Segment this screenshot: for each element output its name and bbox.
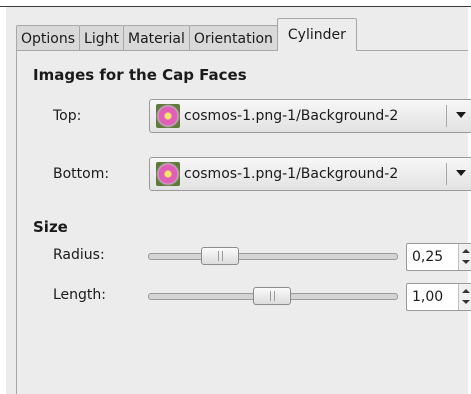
spin-up-icon[interactable] (462, 289, 470, 293)
tab-bar: Options Light Material Orientation Cylin… (16, 17, 357, 51)
tab-material[interactable]: Material (122, 25, 190, 51)
top-label: Top: (53, 108, 82, 124)
bottom-label: Bottom: (53, 166, 110, 182)
length-spinbutton[interactable]: 1,00 (406, 283, 471, 311)
length-spin-buttons[interactable] (458, 284, 471, 310)
radius-slider-handle[interactable] (201, 247, 239, 265)
radius-slider-trough[interactable] (148, 253, 398, 260)
tab-cylinder[interactable]: Cylinder (276, 18, 357, 51)
spin-down-icon[interactable] (462, 300, 470, 304)
top-image-combo[interactable]: cosmos-1.png-1/Background-2 (149, 99, 471, 133)
dropdown-arrow-icon[interactable] (456, 170, 466, 176)
cylinder-tab-content: Images for the Cap Faces Top: cosmos-1.p… (16, 50, 471, 394)
radius-spinbutton[interactable]: 0,25 (406, 243, 471, 271)
length-label: Length: (53, 287, 107, 303)
size-heading: Size (33, 218, 68, 236)
bottom-image-combo[interactable]: cosmos-1.png-1/Background-2 (149, 157, 471, 191)
dropdown-arrow-icon[interactable] (456, 112, 466, 118)
window-top-edge (0, 0, 471, 7)
image-thumbnail-icon (156, 104, 180, 128)
radius-label: Radius: (53, 247, 105, 263)
top-image-value: cosmos-1.png-1/Background-2 (184, 108, 399, 124)
length-value[interactable]: 1,00 (412, 289, 443, 305)
dialog-panel: Options Light Material Orientation Cylin… (6, 7, 471, 394)
tab-orientation[interactable]: Orientation (188, 25, 278, 51)
combo-separator (446, 163, 447, 185)
cap-faces-heading: Images for the Cap Faces (33, 66, 247, 84)
bottom-image-value: cosmos-1.png-1/Background-2 (184, 166, 399, 182)
combo-separator (446, 105, 447, 127)
radius-value[interactable]: 0,25 (412, 249, 443, 265)
length-slider-handle[interactable] (253, 287, 291, 305)
image-thumbnail-icon (156, 162, 180, 186)
radius-spin-buttons[interactable] (458, 244, 471, 270)
spin-down-icon[interactable] (462, 260, 470, 264)
tab-light[interactable]: Light (79, 25, 124, 51)
tab-options[interactable]: Options (16, 25, 81, 51)
spin-up-icon[interactable] (462, 249, 470, 253)
